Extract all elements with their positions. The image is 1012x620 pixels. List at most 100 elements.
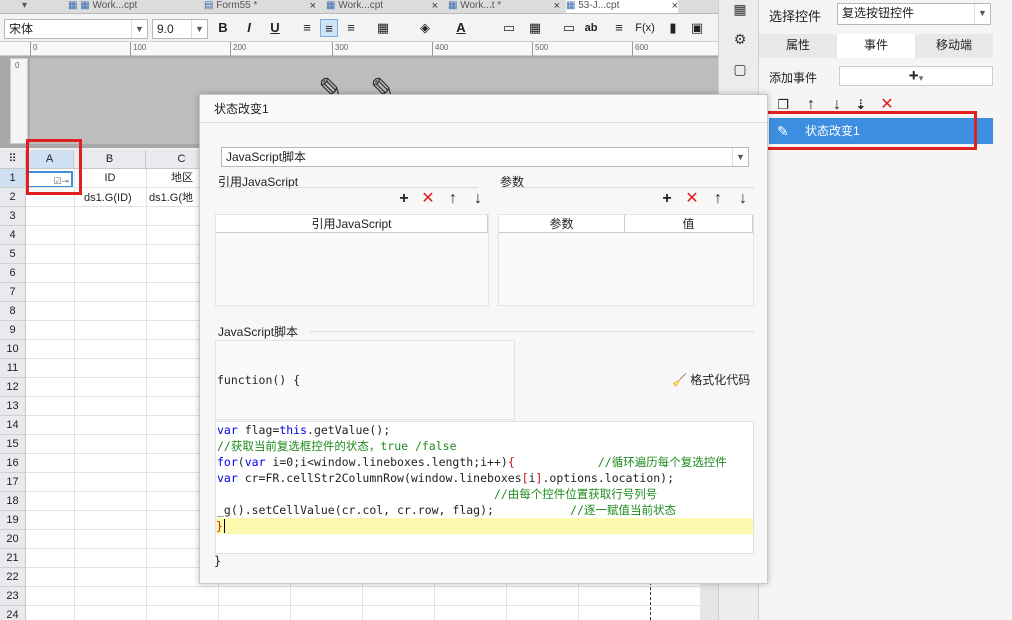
chevron-down-icon[interactable]: ▼ (131, 20, 147, 38)
add-icon: + (908, 66, 919, 85)
row-header[interactable]: 24 (0, 606, 26, 620)
divider (500, 187, 754, 188)
document-tab[interactable]: ▤ Form55 * × (204, 0, 316, 13)
row-header[interactable]: 14 (0, 416, 26, 435)
column-header-b[interactable]: B (74, 150, 146, 169)
row-header[interactable]: 11 (0, 359, 26, 378)
paragraph-icon[interactable]: ≡ (610, 19, 628, 37)
close-icon[interactable]: × (310, 0, 316, 12)
italic-button[interactable]: I (240, 19, 258, 37)
document-tab[interactable]: ▦ Work...cpt × (326, 0, 438, 13)
row-header[interactable]: 20 (0, 530, 26, 549)
font-size-value: 9.0 (157, 22, 174, 36)
row-header[interactable]: 1 (0, 169, 26, 188)
cell-b2[interactable]: ds1.G(ID) (84, 190, 146, 206)
font-color-icon[interactable]: A (452, 19, 470, 37)
params-table[interactable]: 参数 值 (498, 214, 754, 306)
grid-line (26, 586, 718, 587)
dialog-title: 状态改变1 (200, 95, 767, 123)
move-up-icon[interactable]: ↑ (445, 191, 461, 207)
row-header[interactable]: 7 (0, 283, 26, 302)
event-type-select[interactable]: JavaScript脚本 ▼ (221, 147, 749, 167)
font-family-select[interactable]: 宋体 ▼ (4, 19, 148, 39)
add-icon[interactable]: + (659, 191, 675, 207)
row-header[interactable]: 4 (0, 226, 26, 245)
row-header[interactable]: 17 (0, 473, 26, 492)
close-icon[interactable]: × (672, 0, 678, 12)
widget-select[interactable]: 复选按钮控件 ▼ (837, 3, 991, 25)
ruler-tick: 500 (532, 42, 548, 56)
underline-button[interactable]: U (266, 19, 284, 37)
add-event-button[interactable]: +▾ (839, 66, 993, 86)
row-header[interactable]: 15 (0, 435, 26, 454)
chevron-down-icon[interactable]: ▼ (974, 4, 990, 24)
split-cells-icon[interactable]: ▦ (526, 19, 544, 37)
row-header[interactable]: 19 (0, 511, 26, 530)
format-code-label: 格式化代码 (690, 373, 751, 387)
report-icon: ▦ (566, 0, 576, 11)
row-header[interactable]: 3 (0, 207, 26, 226)
move-up-icon[interactable]: ↑ (710, 191, 726, 207)
row-header[interactable]: 13 (0, 397, 26, 416)
chevron-down-icon[interactable]: ▼ (191, 20, 207, 38)
code-line: for(var i=0;i<window.lineboxes.length;i+… (217, 455, 727, 469)
grid-line (74, 169, 75, 620)
function-header-area: function() { (215, 340, 515, 420)
fill-color-icon[interactable]: ◈ (416, 19, 434, 37)
select-all-corner[interactable]: ⠿ (0, 150, 26, 169)
row-header[interactable]: 8 (0, 302, 26, 321)
row-header[interactable]: 12 (0, 378, 26, 397)
document-tab-active[interactable]: ▦ 53-J...cpt × (566, 0, 678, 13)
align-center-icon[interactable]: ≡ (320, 19, 338, 37)
close-icon[interactable]: × (554, 0, 560, 12)
row-header[interactable]: 10 (0, 340, 26, 359)
code-line-current: } (216, 518, 753, 534)
tab-overflow[interactable]: ▾ (0, 0, 40, 13)
delete-icon[interactable]: ✕ (420, 191, 436, 207)
divider (310, 331, 754, 332)
code-editor[interactable]: var flag=this.getValue(); //获取当前复选框控件的状态… (215, 421, 754, 554)
row-header[interactable]: 16 (0, 454, 26, 473)
row-header[interactable]: 21 (0, 549, 26, 568)
delete-icon[interactable]: ✕ (684, 191, 700, 207)
tab-mobile[interactable]: 移动端 (915, 34, 993, 58)
border-icon[interactable]: ▦ (374, 19, 392, 37)
tab-events[interactable]: 事件 (837, 34, 915, 58)
document-tab[interactable]: ▦ Work...t * × (448, 0, 560, 13)
add-icon[interactable]: + (396, 191, 412, 207)
row-header[interactable]: 22 (0, 568, 26, 587)
align-right-icon[interactable]: ≡ (342, 19, 360, 37)
frame-icon[interactable]: ▢ (731, 60, 749, 78)
format-code-button[interactable]: 🧹 格式化代码 (672, 371, 750, 388)
ref-js-table[interactable]: 引用JavaScript (215, 214, 489, 306)
bold-button[interactable]: B (214, 19, 232, 37)
ruler-tick: 200 (230, 42, 246, 56)
row-header[interactable]: 5 (0, 245, 26, 264)
widget-icon[interactable]: ▦ (731, 0, 749, 18)
tab-properties[interactable]: 属性 (759, 34, 837, 58)
move-down-icon[interactable]: ↓ (470, 191, 486, 207)
row-header[interactable]: 9 (0, 321, 26, 340)
chart-icon[interactable]: ▮ (664, 19, 682, 37)
horizontal-ruler: 0 100 200 300 400 500 600 (0, 42, 720, 56)
formula-button[interactable]: F(x) (632, 19, 658, 37)
merge-cells-icon[interactable]: ▭ (500, 19, 518, 37)
row-header[interactable]: 18 (0, 492, 26, 511)
move-down-icon[interactable]: ↓ (735, 191, 751, 207)
chevron-down-icon: ▾ (22, 0, 28, 11)
row-header[interactable]: 23 (0, 587, 26, 606)
closing-brace: } (214, 554, 222, 568)
wrap-icon[interactable]: ▭ (560, 19, 578, 37)
chevron-down-icon[interactable]: ▼ (732, 148, 748, 166)
row-header[interactable]: 2 (0, 188, 26, 207)
font-size-select[interactable]: 9.0 ▼ (152, 19, 208, 39)
settings-icon[interactable]: ⚙ (731, 30, 749, 48)
close-icon[interactable]: × (432, 0, 438, 12)
document-tab[interactable]: ▦ ▦ Work...cpt (66, 0, 198, 13)
form-icon: ▤ (204, 0, 214, 11)
row-header[interactable]: 6 (0, 264, 26, 283)
image-icon[interactable]: ▣ (688, 19, 706, 37)
text-style-button[interactable]: ab (582, 19, 600, 37)
align-left-icon[interactable]: ≡ (298, 19, 316, 37)
cell-b1[interactable]: ID (74, 170, 146, 186)
